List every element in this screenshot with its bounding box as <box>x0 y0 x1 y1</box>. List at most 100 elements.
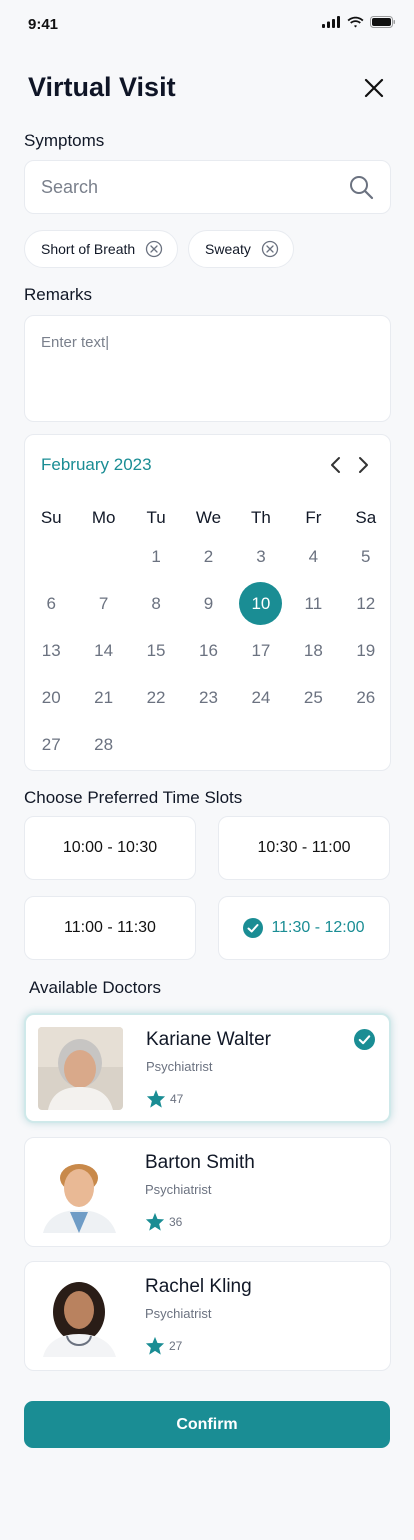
calendar-day-number: 24 <box>251 687 271 707</box>
calendar-day[interactable]: 20 <box>25 674 77 721</box>
calendar-day[interactable]: 25 <box>287 674 339 721</box>
chip-label: Sweaty <box>205 241 251 257</box>
calendar-day-number: 3 <box>256 546 266 566</box>
remove-chip-icon[interactable] <box>145 240 163 258</box>
calendar: February 2023 Su Mo Tu We Th Fr Sa 1 2 3 4 5 6 7 8 9 10 1… <box>24 434 391 771</box>
calendar-day-number: 15 <box>146 640 166 660</box>
calendar-day-number: 16 <box>199 640 218 660</box>
calendar-day-number: 20 <box>41 687 61 707</box>
calendar-day-number: 6 <box>46 593 56 613</box>
calendar-day[interactable]: 3 <box>235 533 287 580</box>
time-slot-label: 10:30 - 11:00 <box>257 839 351 856</box>
time-slot-label: 11:30 - 12:00 <box>271 919 365 936</box>
wifi-icon <box>347 16 364 28</box>
status-time: 9:41 <box>28 16 59 33</box>
symptom-search[interactable] <box>24 160 391 214</box>
rating-value: 27 <box>169 1338 183 1353</box>
calendar-day[interactable]: 1 <box>130 533 182 580</box>
calendar-day[interactable]: 23 <box>182 674 234 721</box>
calendar-day-number: 28 <box>94 734 114 754</box>
calendar-day[interactable]: 6 <box>25 580 77 627</box>
calendar-day-number: 19 <box>356 640 376 660</box>
symptoms-label: Symptoms <box>24 131 105 150</box>
calendar-day[interactable]: 13 <box>25 627 77 674</box>
calendar-day[interactable]: 27 <box>25 721 77 768</box>
symptom-chip[interactable]: Sweaty <box>188 230 294 268</box>
time-slot[interactable]: 10:30 - 11:00 <box>218 816 390 880</box>
calendar-day[interactable]: 16 <box>182 627 234 674</box>
calendar-day[interactable]: 21 <box>77 674 129 721</box>
calendar-day[interactable]: 22 <box>130 674 182 721</box>
calendar-day[interactable]: 12 <box>340 580 392 627</box>
signal-icon <box>322 16 340 28</box>
calendar-empty-cell <box>25 533 77 580</box>
calendar-day[interactable]: 15 <box>130 627 182 674</box>
doctor-rating: 36 <box>145 1212 182 1231</box>
doctor-role: Psychiatrist <box>145 1182 212 1197</box>
star-icon <box>146 1089 166 1108</box>
calendar-day-number: 1 <box>151 546 161 566</box>
calendar-day-number: 5 <box>361 546 371 566</box>
calendar-day[interactable]: 4 <box>287 533 339 580</box>
doctor-card[interactable]: Barton Smith Psychiatrist 36 <box>24 1137 391 1247</box>
remarks-textarea[interactable] <box>41 334 374 403</box>
rating-value: 47 <box>170 1091 184 1106</box>
calendar-day[interactable]: 28 <box>77 721 129 768</box>
calendar-day-number: 17 <box>251 640 271 660</box>
calendar-month: February 2023 <box>41 455 152 474</box>
check-circle-icon <box>243 918 264 938</box>
weekday-label: Mo <box>91 508 116 527</box>
calendar-day[interactable]: 26 <box>340 674 392 721</box>
calendar-day-number: 14 <box>94 640 114 660</box>
status-icons <box>322 16 396 28</box>
weekday-label: Fr <box>305 508 322 527</box>
doctor-name: Rachel Kling <box>145 1276 252 1297</box>
doctor-role: Psychiatrist <box>145 1306 212 1321</box>
calendar-day[interactable]: 19 <box>340 627 392 674</box>
remarks-label: Remarks <box>24 285 93 304</box>
time-slot[interactable]: 10:00 - 10:30 <box>24 816 196 880</box>
calendar-day[interactable]: 2 <box>182 533 234 580</box>
calendar-day-number: 9 <box>203 593 214 613</box>
chevron-left-icon[interactable] <box>328 455 344 475</box>
confirm-button[interactable]: Confirm <box>24 1401 390 1448</box>
weekday-label: Sa <box>355 508 377 527</box>
search-icon[interactable] <box>348 174 374 200</box>
star-icon <box>145 1336 165 1355</box>
calendar-day[interactable]: 8 <box>130 580 182 627</box>
battery-icon <box>370 16 395 28</box>
calendar-day[interactable]: 5 <box>340 533 392 580</box>
time-slot-selected[interactable]: 11:30 - 12:00 <box>218 896 390 960</box>
remove-chip-icon[interactable] <box>261 240 279 258</box>
rating-value: 36 <box>169 1214 183 1229</box>
search-input[interactable] <box>41 176 348 198</box>
calendar-day-number: 13 <box>41 640 61 660</box>
calendar-day[interactable]: 9 <box>182 580 234 627</box>
calendar-day[interactable]: 24 <box>235 674 287 721</box>
doctor-card-selected[interactable]: Kariane Walter Psychiatrist 47 <box>24 1013 391 1123</box>
time-slot-label: 11:00 - 11:30 <box>64 919 156 936</box>
calendar-day-selected[interactable]: 10 <box>235 580 287 627</box>
calendar-day-number: 11 <box>304 593 323 613</box>
symptom-chip[interactable]: Short of Breath <box>24 230 179 268</box>
calendar-day-number: 4 <box>308 546 319 566</box>
calendar-day-number: 18 <box>303 640 323 660</box>
timeslots-label: Choose Preferred Time Slots <box>24 788 243 807</box>
calendar-day-number: 10 <box>239 582 283 625</box>
calendar-day[interactable]: 18 <box>287 627 339 674</box>
chip-label: Short of Breath <box>41 241 136 257</box>
doctor-name: Barton Smith <box>145 1152 255 1173</box>
close-icon[interactable] <box>362 74 386 102</box>
calendar-day[interactable]: 17 <box>235 627 287 674</box>
weekday-label: Tu <box>146 508 166 527</box>
doctor-card[interactable]: Rachel Kling Psychiatrist 27 <box>24 1261 391 1371</box>
calendar-day[interactable]: 7 <box>77 580 129 627</box>
star-icon <box>145 1212 165 1231</box>
remarks-box[interactable] <box>24 315 391 422</box>
time-slot[interactable]: 11:00 - 11:30 <box>24 896 196 960</box>
doctor-name: Kariane Walter <box>146 1029 271 1050</box>
calendar-day[interactable]: 11 <box>287 580 339 627</box>
calendar-day-number: 25 <box>303 687 323 707</box>
chevron-right-icon[interactable] <box>355 455 371 475</box>
calendar-day[interactable]: 14 <box>77 627 129 674</box>
